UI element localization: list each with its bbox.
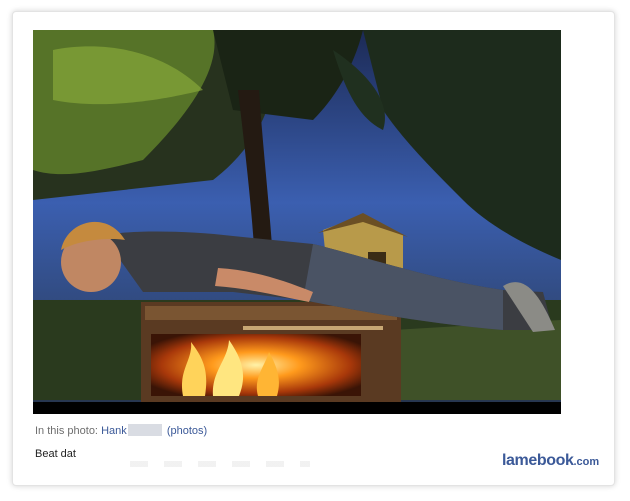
photos-link[interactable]: (photos): [167, 425, 207, 437]
photo-tag-caption: In this photo: Hank (photos): [35, 424, 207, 437]
watermark-name: lamebook: [502, 452, 574, 469]
tagged-person-link[interactable]: Hank: [101, 425, 127, 437]
photo-scene: [33, 30, 561, 414]
redacted-name-bar: [127, 424, 162, 436]
post-photo[interactable]: [33, 30, 561, 414]
faded-metadata-row: [130, 461, 310, 467]
lamebook-watermark: lamebook.com: [502, 452, 599, 470]
watermark-domain: .com: [573, 456, 600, 468]
post-text: Beat dat: [35, 448, 76, 460]
caption-prefix: In this photo:: [35, 425, 98, 437]
